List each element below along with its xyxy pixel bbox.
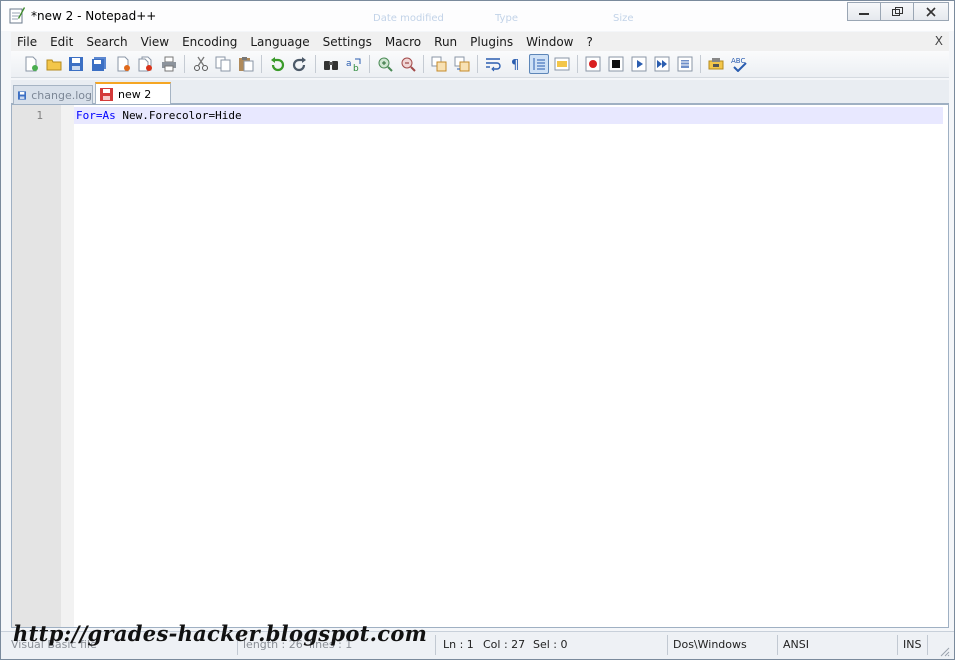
sync-vertical-icon[interactable] [429,54,449,74]
minimize-button[interactable] [847,2,881,21]
cut-icon[interactable] [191,54,211,74]
open-file-icon[interactable] [44,54,64,74]
svg-text:a: a [346,59,352,69]
menu-settings[interactable]: Settings [317,35,379,49]
sync-horizontal-icon[interactable] [452,54,472,74]
replace-icon[interactable]: ab [344,54,364,74]
code-line[interactable]: For=As New.Forecolor=Hide [76,109,242,122]
minimize-icon [859,12,869,15]
restore-icon [891,6,903,16]
word-wrap-icon[interactable] [483,54,503,74]
watermark-text: http://grades-hacker.blogspot.com [13,621,428,646]
tab-label: change.log [31,88,92,102]
tab-change-log[interactable]: change.log [13,85,93,104]
ghost-header-size: Size [613,13,634,24]
ghost-header-date: Date modified [373,13,444,24]
status-line-number: Ln : 1 [443,638,474,651]
line-number: 1 [36,109,43,122]
paste-icon[interactable] [236,54,256,74]
menu-run[interactable]: Run [428,35,464,49]
status-separator [927,635,928,655]
window-controls [847,2,949,22]
close-all-icon[interactable] [135,54,155,74]
copy-icon[interactable] [213,54,233,74]
status-column: Col : 27 [483,638,526,651]
find-icon[interactable] [321,54,341,74]
toolbar-separator [700,55,701,73]
menu-macro[interactable]: Macro [379,35,428,49]
toolbar-separator [261,55,262,73]
menu-search[interactable]: Search [80,35,134,49]
stop-record-icon[interactable] [606,54,626,74]
menu-window[interactable]: Window [520,35,580,49]
show-all-chars-icon[interactable]: ¶ [506,54,526,74]
toolbar-separator [184,55,185,73]
code-keyword: For=As [76,109,116,122]
editor-area[interactable]: 1 For=As New.Forecolor=Hide [11,104,949,628]
window-title: *new 2 - Notepad++ [31,9,157,23]
status-encoding: ANSI [783,638,809,651]
unsaved-file-icon [100,87,113,101]
indent-guide-icon[interactable] [529,54,549,74]
plugin-icon[interactable] [706,54,726,74]
close-document-button[interactable]: X [935,34,943,48]
zoom-in-icon[interactable] [375,54,395,74]
notepadpp-window: *new 2 - Notepad++ Date modified Type Si… [0,0,955,660]
status-separator [897,635,898,655]
svg-text:¶: ¶ [511,58,519,72]
toolbar: ab ¶ ABC [11,51,949,78]
menu-language[interactable]: Language [244,35,316,49]
toolbar-separator [423,55,424,73]
undo-icon[interactable] [267,54,287,74]
play-macro-icon[interactable] [629,54,649,74]
close-icon [926,6,936,17]
title-bar: *new 2 - Notepad++ Date modified Type Si… [1,1,954,31]
tab-label: new 2 [118,87,152,101]
redo-icon[interactable] [290,54,310,74]
menu-view[interactable]: View [135,35,176,49]
toolbar-separator [477,55,478,73]
save-icon[interactable] [66,54,86,74]
status-separator [667,635,668,655]
save-all-icon[interactable] [89,54,109,74]
status-insert-mode: INS [903,638,922,651]
close-button[interactable] [913,2,949,21]
run-macro-multiple-icon[interactable] [652,54,672,74]
status-separator [777,635,778,655]
menu-plugins[interactable]: Plugins [464,35,520,49]
new-file-icon[interactable] [21,54,41,74]
status-selection: Sel : 0 [533,638,568,651]
menu-file[interactable]: File [11,35,44,49]
ghost-header-type: Type [495,13,518,24]
svg-text:b: b [353,64,359,72]
restore-button[interactable] [880,2,914,21]
menu-encoding[interactable]: Encoding [176,35,244,49]
fold-margin [61,105,74,627]
zoom-out-icon[interactable] [398,54,418,74]
notepad-app-icon [9,7,25,24]
menu-help[interactable]: ? [580,35,599,49]
close-file-icon[interactable] [113,54,133,74]
print-icon[interactable] [159,54,179,74]
resize-grip-icon[interactable] [938,645,950,657]
user-defined-dialog-icon[interactable] [552,54,572,74]
tab-bar: change.log new 2 [11,80,949,104]
save-macro-icon[interactable] [675,54,695,74]
toolbar-separator [577,55,578,73]
svg-text:ABC: ABC [731,57,745,65]
status-separator [435,635,436,655]
toolbar-separator [315,55,316,73]
code-text: New.Forecolor=Hide [115,109,242,122]
line-number-gutter [12,105,61,627]
tab-new-2[interactable]: new 2 [95,82,171,104]
record-macro-icon[interactable] [583,54,603,74]
menu-bar: File Edit Search View Encoding Language … [11,32,949,51]
saved-file-icon [18,90,27,100]
spell-check-icon[interactable]: ABC [729,54,749,74]
toolbar-separator [369,55,370,73]
menu-edit[interactable]: Edit [44,35,80,49]
status-eol: Dos\Windows [673,638,747,651]
